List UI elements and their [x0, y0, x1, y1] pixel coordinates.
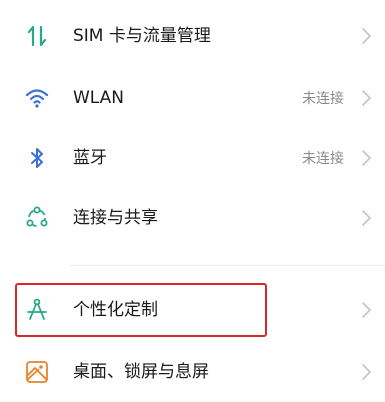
settings-item-connection-sharing[interactable]: 连接与共享	[0, 188, 385, 248]
settings-item-desktop-lockscreen[interactable]: 桌面、锁屏与息屏	[0, 342, 385, 402]
chevron-right-icon	[362, 302, 371, 318]
settings-item-personalization[interactable]: 个性化定制	[0, 280, 385, 340]
settings-item-label: 连接与共享	[73, 208, 158, 228]
settings-item-bluetooth[interactable]: 蓝牙 未连接	[0, 128, 385, 188]
connection-sharing-icon	[22, 203, 52, 233]
settings-item-wlan[interactable]: WLAN 未连接	[0, 68, 385, 128]
status-value: 未连接	[302, 151, 344, 167]
chevron-right-icon	[362, 364, 371, 380]
settings-item-sim[interactable]: SIM 卡与流量管理	[0, 6, 385, 66]
chevron-right-icon	[362, 150, 371, 166]
section-divider	[70, 265, 385, 266]
sim-data-arrows-icon	[22, 21, 52, 51]
settings-item-label: 个性化定制	[73, 300, 158, 320]
bluetooth-icon	[22, 143, 52, 173]
compass-personalize-icon	[22, 295, 52, 325]
settings-item-label: SIM 卡与流量管理	[73, 26, 211, 46]
status-value: 未连接	[302, 91, 344, 107]
settings-item-label: WLAN	[73, 88, 125, 108]
chevron-right-icon	[362, 210, 371, 226]
settings-item-label: 桌面、锁屏与息屏	[73, 362, 209, 382]
wallpaper-icon	[22, 357, 52, 387]
chevron-right-icon	[362, 90, 371, 106]
settings-item-label: 蓝牙	[73, 148, 107, 168]
chevron-right-icon	[362, 28, 371, 44]
wifi-icon	[22, 83, 52, 113]
